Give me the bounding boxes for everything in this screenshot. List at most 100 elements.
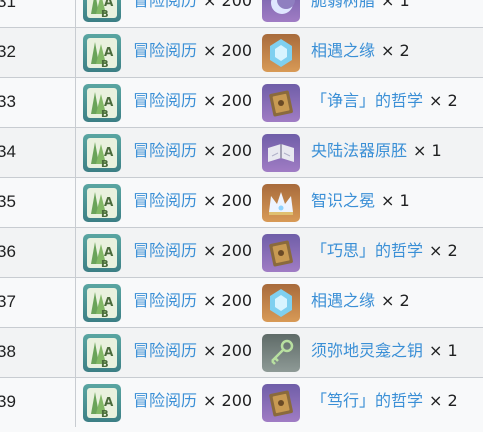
column-divider (75, 178, 76, 227)
exp-reward: 冒险阅历 × 200 (133, 390, 252, 412)
item-reward: 脆弱树脂 × 1 (311, 0, 410, 12)
column-divider (75, 128, 76, 177)
svg-text:A: A (104, 145, 114, 159)
philosophies-admonition-icon[interactable] (262, 84, 300, 122)
reward-item-link[interactable]: 央陆法器原胚 (311, 141, 407, 160)
item-reward: 「笃行」的哲学 × 2 (311, 390, 458, 412)
adventure-exp-icon[interactable]: AB (83, 234, 121, 272)
reward-item-link[interactable]: 「笃行」的哲学 (311, 391, 423, 410)
reward-item-link[interactable]: 须弥地灵龛之钥 (311, 341, 423, 360)
item-reward: 相遇之缘 × 2 (311, 290, 410, 312)
adventure-exp-link[interactable]: 冒险阅历 (133, 291, 197, 310)
level-number: 39 (0, 392, 16, 411)
reward-item-link[interactable]: 相遇之缘 (311, 41, 375, 60)
svg-text:B: B (101, 309, 109, 320)
philosophies-ingenuity-icon[interactable] (262, 234, 300, 272)
level-number: 38 (0, 342, 16, 361)
table-row: 34 AB 冒险阅历 × 200 央陆法器原胚 × 1 (0, 127, 483, 177)
column-divider (75, 328, 76, 377)
adventure-exp-icon[interactable]: AB (83, 284, 121, 322)
reward-item-link[interactable]: 「巧思」的哲学 (311, 241, 423, 260)
column-divider (75, 0, 76, 27)
column-divider (75, 378, 76, 427)
svg-text:B: B (101, 159, 109, 170)
adventure-exp-link[interactable]: 冒险阅历 (133, 341, 197, 360)
adventure-exp-icon[interactable]: AB (83, 134, 121, 172)
catalyst-billet-icon[interactable] (262, 134, 300, 172)
adventure-exp-link[interactable]: 冒险阅历 (133, 141, 197, 160)
sumeru-shrine-key-icon[interactable] (262, 334, 300, 372)
column-divider (75, 278, 76, 327)
exp-quantity: × 200 (203, 341, 253, 360)
item-reward: 智识之冕 × 1 (311, 190, 410, 212)
adventure-exp-link[interactable]: 冒险阅历 (133, 91, 197, 110)
reward-quantity: × 1 (381, 191, 410, 210)
adventure-exp-icon[interactable]: AB (83, 84, 121, 122)
reward-quantity: × 2 (381, 41, 410, 60)
reward-quantity: × 2 (429, 391, 458, 410)
exp-quantity: × 200 (203, 0, 253, 10)
exp-reward: 冒险阅历 × 200 (133, 140, 252, 162)
svg-text:A: A (104, 45, 114, 59)
svg-text:A: A (104, 295, 114, 309)
level-number: 35 (0, 192, 16, 211)
adventure-exp-link[interactable]: 冒险阅历 (133, 241, 197, 260)
adventure-exp-link[interactable]: 冒险阅历 (133, 191, 197, 210)
reward-item-link[interactable]: 相遇之缘 (311, 291, 375, 310)
adventure-exp-link[interactable]: 冒险阅历 (133, 0, 197, 10)
exp-reward: 冒险阅历 × 200 (133, 40, 252, 62)
level-number: 37 (0, 292, 16, 311)
adventure-exp-icon[interactable]: AB (83, 384, 121, 422)
item-reward: 相遇之缘 × 2 (311, 40, 410, 62)
adventure-exp-link[interactable]: 冒险阅历 (133, 41, 197, 60)
reward-quantity: × 2 (381, 291, 410, 310)
reward-quantity: × 2 (429, 241, 458, 260)
svg-text:A: A (104, 0, 114, 9)
exp-reward: 冒险阅历 × 200 (133, 290, 252, 312)
exp-quantity: × 200 (203, 391, 253, 410)
svg-text:A: A (104, 195, 114, 209)
svg-text:A: A (104, 395, 114, 409)
svg-text:B: B (101, 9, 109, 20)
reward-item-link[interactable]: 「诤言」的哲学 (311, 91, 423, 110)
fragile-resin-icon[interactable] (262, 0, 300, 22)
exp-reward: 冒险阅历 × 200 (133, 340, 252, 362)
reward-item-link[interactable]: 智识之冕 (311, 191, 375, 210)
reward-item-link[interactable]: 脆弱树脂 (311, 0, 375, 10)
exp-quantity: × 200 (203, 41, 253, 60)
exp-reward: 冒险阅历 × 200 (133, 190, 252, 212)
svg-text:B: B (101, 259, 109, 270)
adventure-exp-link[interactable]: 冒险阅历 (133, 391, 197, 410)
svg-text:B: B (101, 359, 109, 370)
table-row: 38 AB 冒险阅历 × 200 须弥地灵龛之钥 × 1 (0, 327, 483, 377)
svg-text:A: A (104, 345, 114, 359)
adventure-exp-icon[interactable]: AB (83, 34, 121, 72)
svg-text:A: A (104, 95, 114, 109)
exp-quantity: × 200 (203, 191, 253, 210)
level-number: 34 (0, 142, 16, 161)
svg-text:B: B (101, 209, 109, 220)
level-number: 32 (0, 42, 16, 61)
svg-text:B: B (101, 409, 109, 420)
crown-of-insight-icon[interactable] (262, 184, 300, 222)
adventure-exp-icon[interactable]: AB (83, 334, 121, 372)
item-reward: 「巧思」的哲学 × 2 (311, 240, 458, 262)
level-number: 36 (0, 242, 16, 261)
svg-text:A: A (104, 245, 114, 259)
adventure-exp-icon[interactable]: AB (83, 184, 121, 222)
acquaint-fate-icon[interactable] (262, 284, 300, 322)
level-number: 31 (0, 0, 16, 11)
level-number: 33 (0, 92, 16, 111)
exp-reward: 冒险阅历 × 200 (133, 90, 252, 112)
table-row: 32 AB 冒险阅历 × 200 相遇之缘 × 2 (0, 27, 483, 77)
table-row: 31 AB 冒险阅历 × 200 脆弱树脂 × 1 (0, 0, 483, 27)
exp-reward: 冒险阅历 × 200 (133, 0, 252, 12)
reward-quantity: × 1 (429, 341, 458, 360)
acquaint-fate-icon[interactable] (262, 34, 300, 72)
exp-quantity: × 200 (203, 241, 253, 260)
item-reward: 「诤言」的哲学 × 2 (311, 90, 458, 112)
svg-text:B: B (101, 59, 109, 70)
item-reward: 央陆法器原胚 × 1 (311, 140, 442, 162)
adventure-exp-icon[interactable]: AB (83, 0, 121, 22)
philosophies-praxis-icon[interactable] (262, 384, 300, 422)
